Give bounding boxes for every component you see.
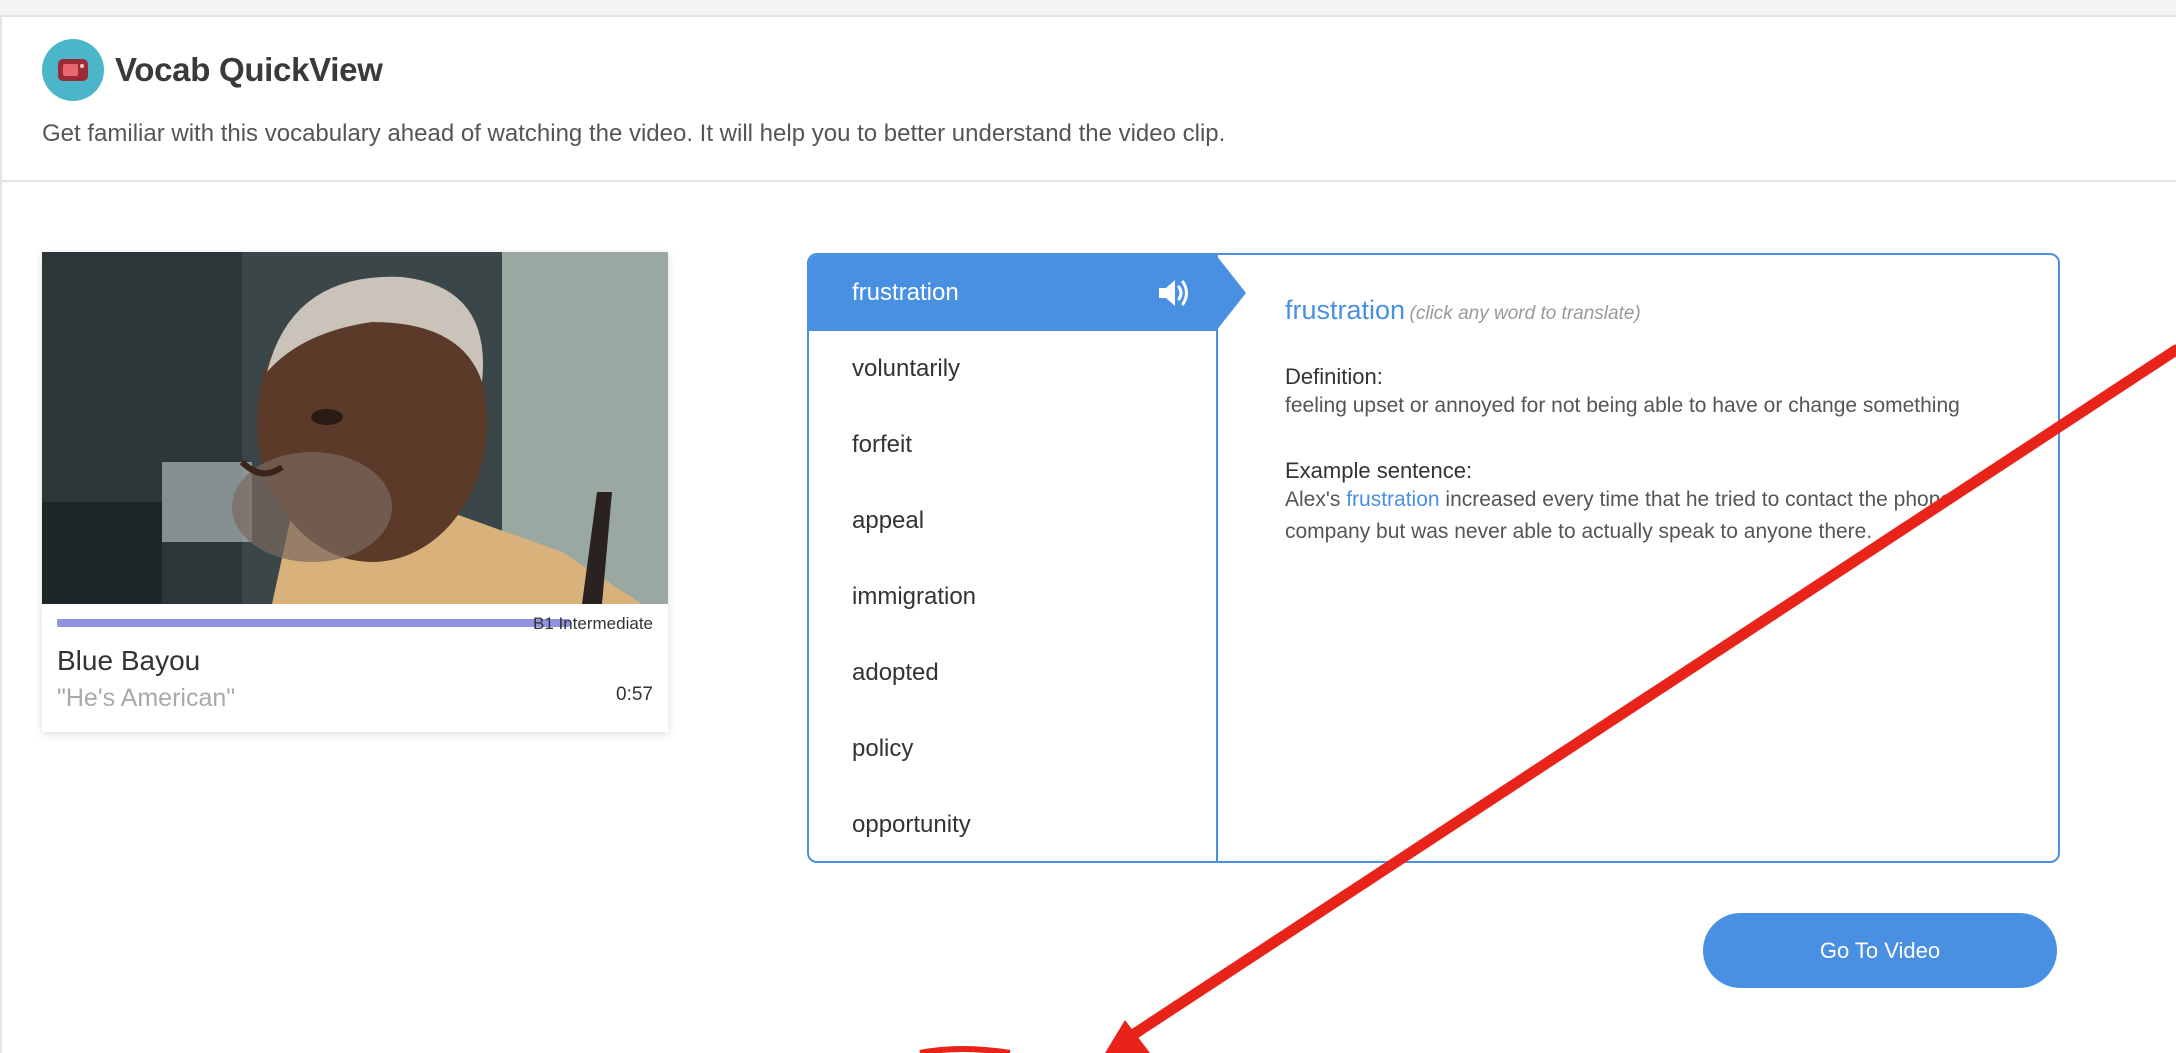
word-item-voluntarily[interactable]: voluntarily	[809, 331, 1216, 407]
go-to-video-button[interactable]: Go To Video	[1703, 913, 2057, 988]
example-label: Example sentence:	[1285, 458, 1473, 483]
page-header: Vocab QuickView Get familiar with this v…	[0, 17, 2176, 182]
word-item-policy[interactable]: policy	[809, 711, 1216, 787]
annotation-circle-mark	[919, 1046, 1011, 1053]
definition-text[interactable]: feeling upset or annoyed for not being a…	[1285, 390, 2015, 422]
video-duration: 0:57	[616, 684, 653, 705]
word-item-appeal[interactable]: appeal	[809, 483, 1216, 559]
example-sentence[interactable]: Alex's frustration increased every time …	[1285, 484, 2015, 548]
level-label: B1 Intermediate	[532, 614, 653, 633]
speaker-icon[interactable]	[1157, 277, 1191, 309]
translate-hint: (click any word to translate)	[1409, 303, 1641, 324]
example-text-before: Alex's	[1285, 488, 1347, 511]
video-thumbnail[interactable]	[42, 252, 668, 604]
word-list: frustration voluntarily forfeit appeal i…	[809, 255, 1246, 863]
word-item-opportunity[interactable]: opportunity	[809, 787, 1216, 863]
word-item-frustration[interactable]: frustration	[809, 255, 1246, 331]
word-detail: frustration (click any word to translate…	[1285, 295, 2015, 548]
video-quote: "He's American"	[57, 684, 236, 712]
definition-label: Definition:	[1285, 364, 1383, 389]
word-item-forfeit[interactable]: forfeit	[809, 407, 1216, 483]
annotation-arrow-head	[1105, 1020, 1150, 1053]
vocab-panel: frustration voluntarily forfeit appeal i…	[807, 253, 2060, 863]
video-card[interactable]: B1 Intermediate Blue Bayou "He's America…	[42, 252, 668, 732]
selected-word[interactable]: frustration	[1285, 295, 1405, 325]
page-subtitle: Get familiar with this vocabulary ahead …	[42, 120, 1226, 147]
page-title: Vocab QuickView	[115, 51, 383, 88]
level-progress-bar	[57, 619, 570, 627]
browser-top-bar	[0, 0, 2176, 17]
word-item-immigration[interactable]: immigration	[809, 559, 1216, 635]
video-title[interactable]: Blue Bayou	[57, 645, 200, 677]
detail-heading: frustration (click any word to translate…	[1285, 295, 2015, 326]
example-highlight: frustration	[1346, 488, 1440, 511]
word-label: frustration	[852, 279, 959, 306]
word-item-adopted[interactable]: adopted	[809, 635, 1216, 711]
tv-icon	[42, 39, 104, 101]
